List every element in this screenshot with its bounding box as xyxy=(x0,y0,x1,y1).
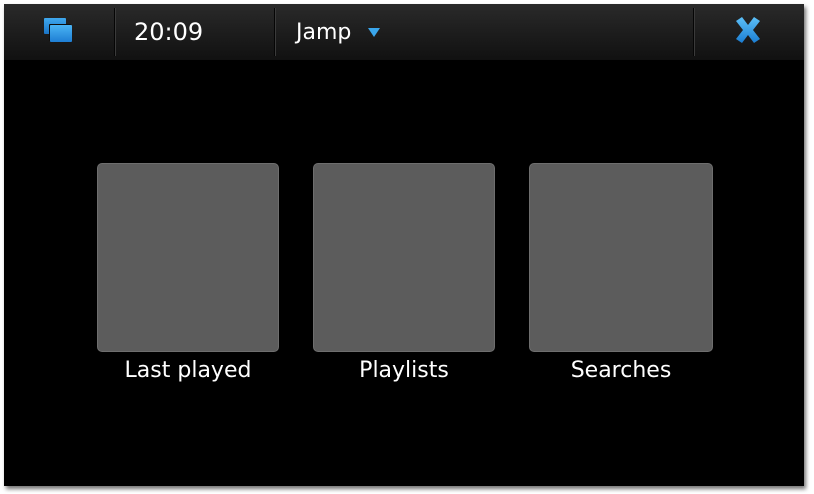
task-switcher-icon-front xyxy=(50,25,72,42)
clock: 20:09 xyxy=(134,18,204,46)
separator xyxy=(693,8,694,56)
close-icon xyxy=(736,17,760,43)
last-played-label: Last played xyxy=(124,358,252,383)
chevron-down-icon xyxy=(368,28,381,37)
last-played-tile[interactable] xyxy=(97,163,279,352)
status-bar: 20:09 Jamp xyxy=(4,4,804,60)
separator xyxy=(274,8,275,56)
app-title: Jamp xyxy=(296,20,352,45)
close-button[interactable] xyxy=(726,12,770,52)
playlists-tile[interactable] xyxy=(313,163,495,352)
searches-tile[interactable] xyxy=(529,163,713,352)
app-menu-button[interactable]: Jamp xyxy=(296,20,381,48)
searches-label: Searches xyxy=(570,358,672,383)
playlists-label: Playlists xyxy=(359,358,449,383)
separator xyxy=(114,8,115,56)
task-switcher-button[interactable] xyxy=(30,14,90,52)
app-window: 20:09 Jamp Last played Playlists Searche… xyxy=(4,4,804,486)
